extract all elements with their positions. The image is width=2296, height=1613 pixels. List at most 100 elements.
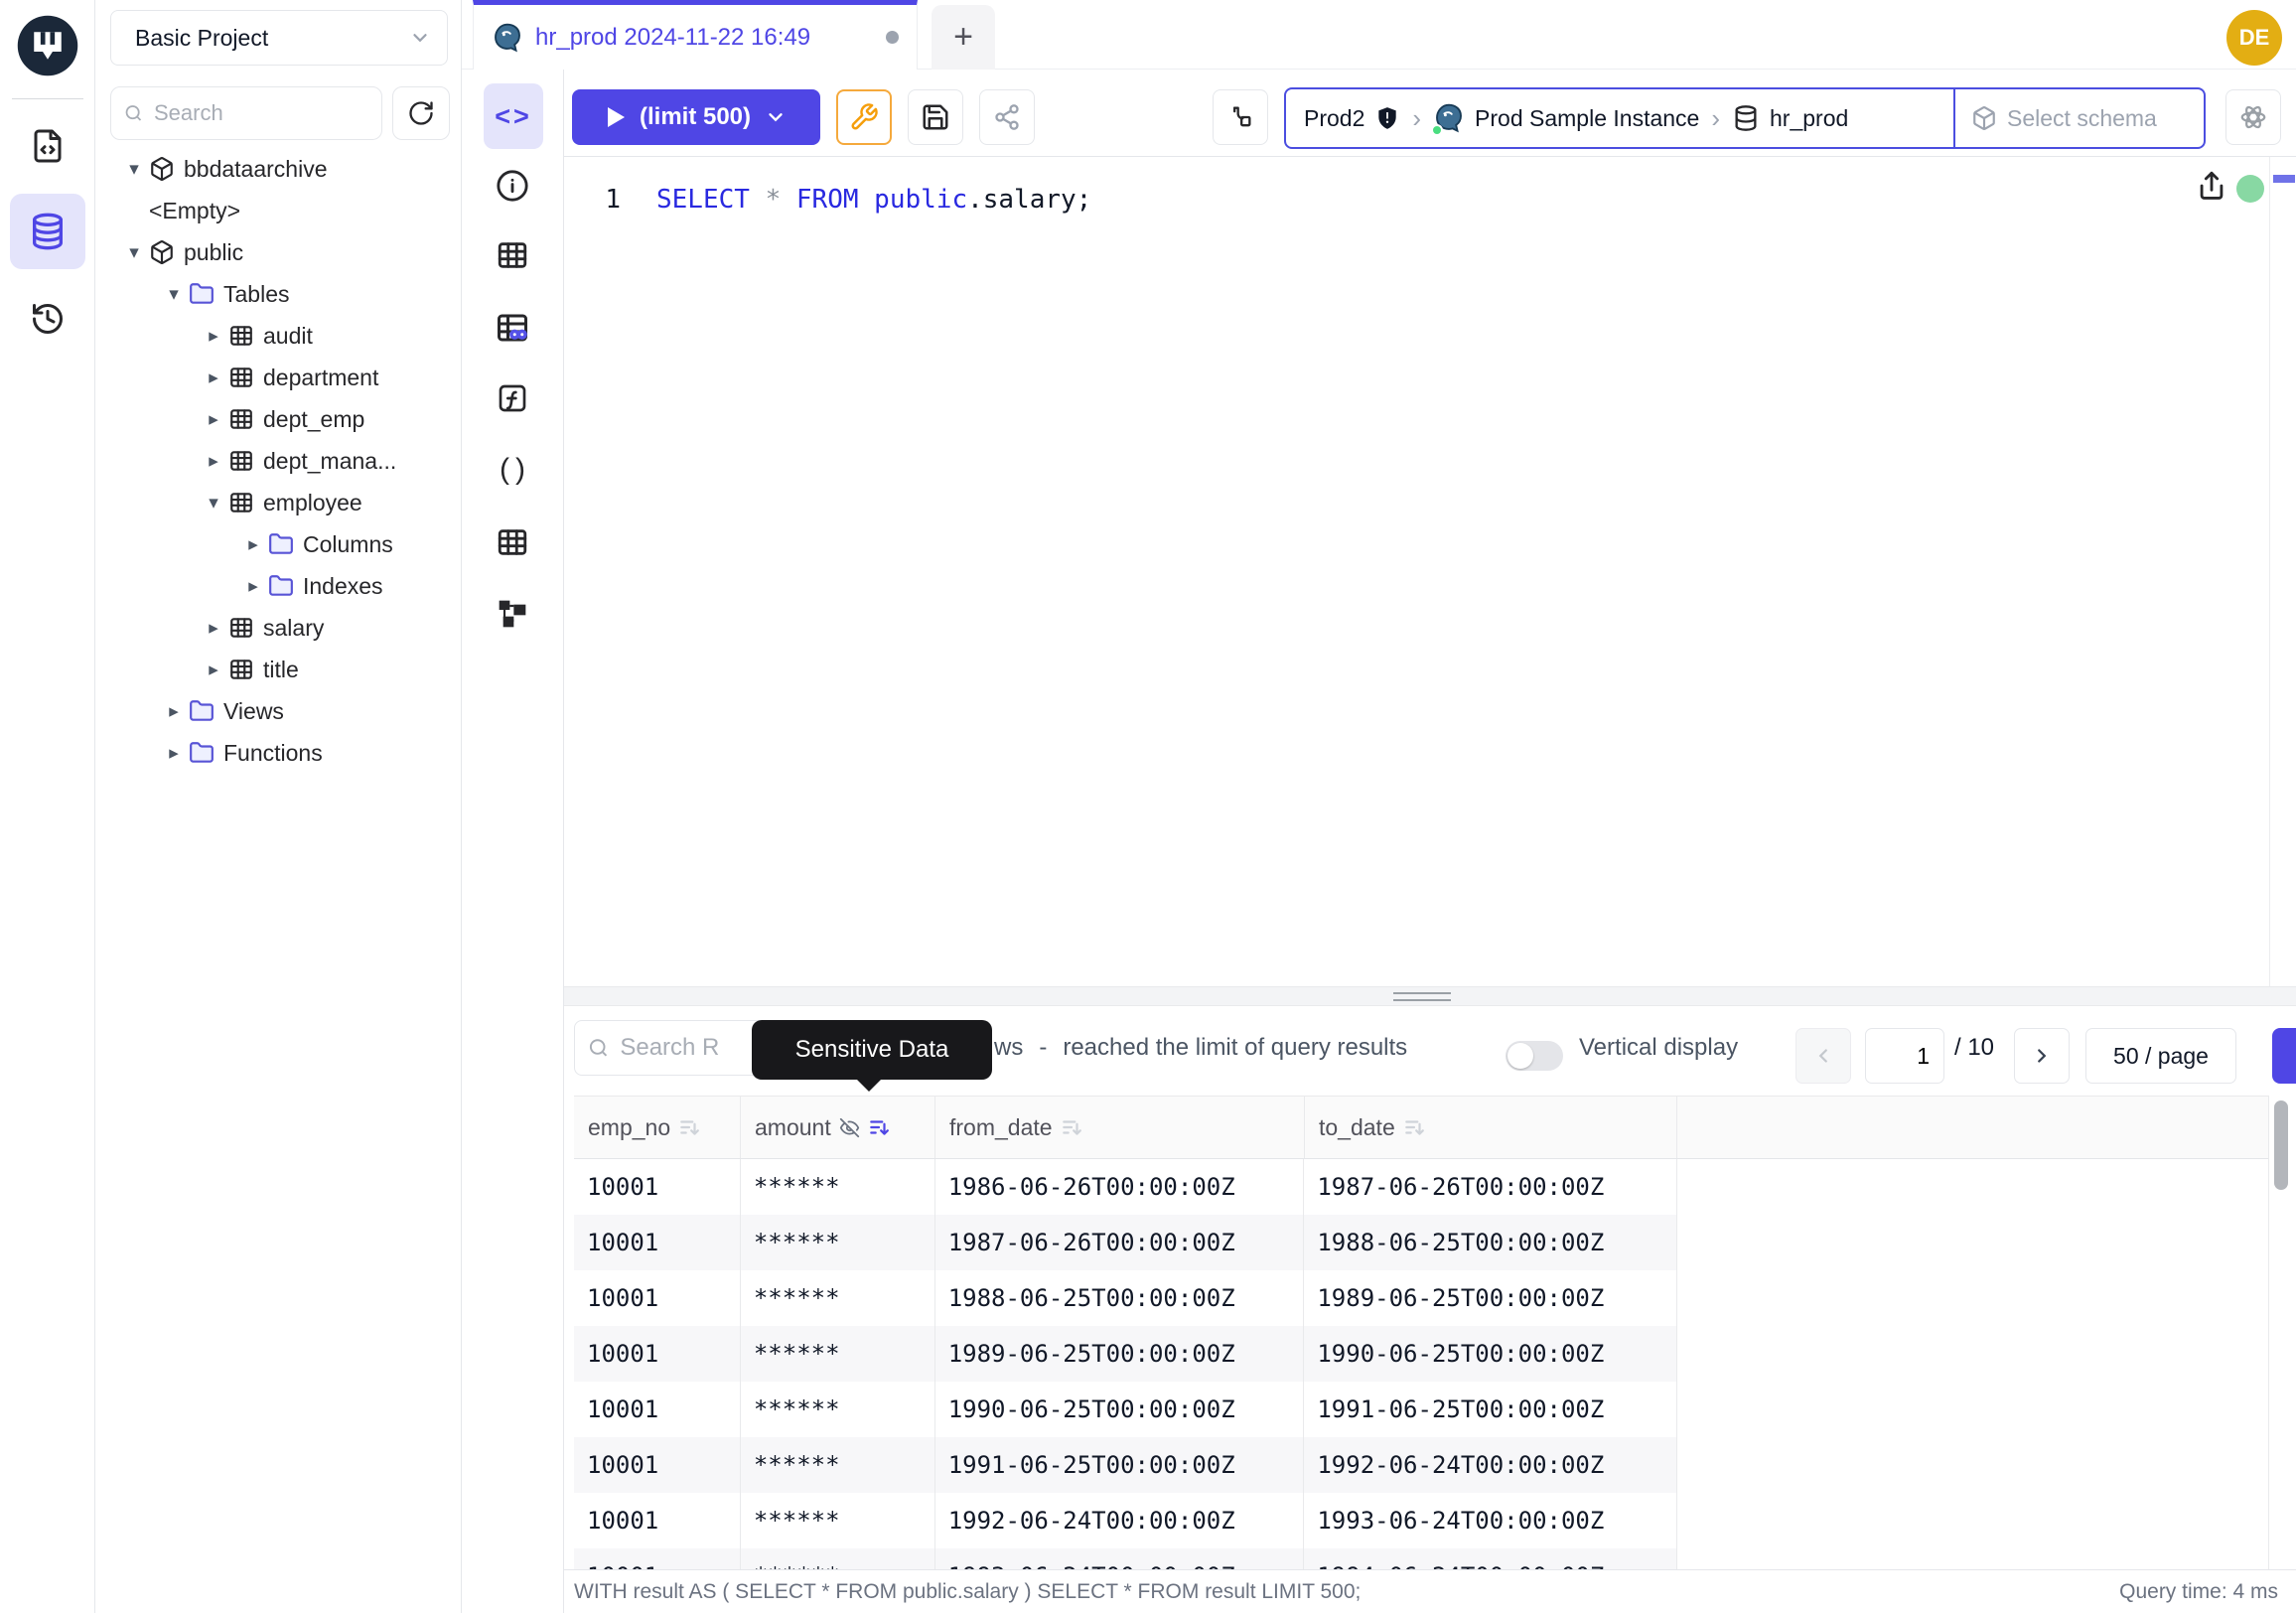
tree-item-audit[interactable]: ▸audit <box>95 315 462 357</box>
rail-item-history[interactable] <box>10 281 85 357</box>
tree-item-bbdataarchive[interactable]: ▾bbdataarchive <box>95 148 462 190</box>
table-cell[interactable]: 1988-06-25T00:00:00Z <box>935 1270 1305 1326</box>
caret-right-icon[interactable]: ▸ <box>238 533 268 556</box>
table-cell[interactable]: ****** <box>741 1382 935 1437</box>
refresh-button[interactable] <box>392 86 450 140</box>
tree-item-public[interactable]: ▾public <box>95 231 462 273</box>
table-cell[interactable]: 1994-06-24T00:00:00Z <box>1304 1548 1676 1569</box>
table-cell[interactable]: 10001 <box>574 1326 741 1382</box>
run-query-button[interactable]: (limit 500) <box>572 89 820 145</box>
caret-right-icon[interactable]: ▸ <box>199 325 228 348</box>
caret-right-icon[interactable]: ▸ <box>238 575 268 598</box>
prev-page-button[interactable] <box>1795 1028 1851 1084</box>
table-cell[interactable]: 10001 <box>574 1548 741 1569</box>
tree-item-views[interactable]: ▸Views <box>95 690 462 732</box>
table-cell[interactable]: 1987-06-26T00:00:00Z <box>1304 1159 1676 1215</box>
caret-down-icon[interactable]: ▾ <box>159 283 189 306</box>
table-cell[interactable]: ****** <box>741 1548 935 1569</box>
save-button[interactable] <box>908 89 963 145</box>
next-page-button[interactable] <box>2014 1028 2070 1084</box>
results-scrollbar[interactable] <box>2274 1100 2288 1190</box>
table-cell[interactable]: 1986-06-26T00:00:00Z <box>935 1159 1305 1215</box>
tree-item--empty-[interactable]: <Empty> <box>95 190 462 231</box>
tree-item-tables[interactable]: ▾Tables <box>95 273 462 315</box>
table-row[interactable]: 10001******1988-06-25T00:00:00Z1989-06-2… <box>574 1270 1677 1326</box>
table-cell[interactable]: 1989-06-25T00:00:00Z <box>935 1326 1305 1382</box>
caret-down-icon[interactable]: ▾ <box>119 158 149 181</box>
project-selector[interactable]: Basic Project <box>110 10 448 66</box>
sql-editor-tab[interactable]: <> <box>484 83 543 149</box>
tree-item-functions[interactable]: ▸Functions <box>95 732 462 774</box>
upload-button[interactable] <box>2195 169 2228 210</box>
tree-item-title[interactable]: ▸title <box>95 649 462 690</box>
table-cell[interactable]: ****** <box>741 1270 935 1326</box>
table-cell[interactable]: 10001 <box>574 1159 741 1215</box>
column-header-from_date[interactable]: from_date <box>935 1097 1305 1158</box>
tree-item-dept-emp[interactable]: ▸dept_emp <box>95 398 462 440</box>
column-header-to_date[interactable]: to_date <box>1305 1097 1677 1158</box>
strip-item-functions[interactable] <box>493 378 532 418</box>
page-size-select[interactable]: 50 / page <box>2085 1028 2236 1084</box>
table-row[interactable]: 10001******1987-06-26T00:00:00Z1988-06-2… <box>574 1215 1677 1270</box>
ai-assistant-button[interactable] <box>2225 89 2281 145</box>
table-cell[interactable]: ****** <box>741 1326 935 1382</box>
table-row[interactable]: 10001******1986-06-26T00:00:00Z1987-06-2… <box>574 1159 1677 1215</box>
caret-right-icon[interactable]: ▸ <box>159 700 189 723</box>
tree-item-employee[interactable]: ▾employee <box>95 482 462 523</box>
table-row[interactable]: 10001******1993-06-24T00:00:00Z1994-06-2… <box>574 1548 1677 1569</box>
tree-item-salary[interactable]: ▸salary <box>95 607 462 649</box>
table-cell[interactable]: 1990-06-25T00:00:00Z <box>1304 1326 1676 1382</box>
table-cell[interactable]: 1991-06-25T00:00:00Z <box>935 1437 1305 1493</box>
sql-code-editor[interactable]: 1 SELECT * FROM public.salary; <box>564 157 2296 986</box>
breadcrumb-context[interactable]: Prod2 › Prod Sample Instance › <box>1286 89 1953 147</box>
tree-item-dept-mana-[interactable]: ▸dept_mana... <box>95 440 462 482</box>
caret-right-icon[interactable]: ▸ <box>199 450 228 473</box>
table-cell[interactable]: ****** <box>741 1215 935 1270</box>
page-number-input[interactable] <box>1865 1028 1944 1084</box>
table-cell[interactable]: ****** <box>741 1159 935 1215</box>
connection-breadcrumb[interactable]: Prod2 › Prod Sample Instance › <box>1284 87 2206 149</box>
table-cell[interactable]: 10001 <box>574 1382 741 1437</box>
caret-right-icon[interactable]: ▸ <box>199 617 228 640</box>
table-cell[interactable]: 10001 <box>574 1215 741 1270</box>
table-row[interactable]: 10001******1990-06-25T00:00:00Z1991-06-2… <box>574 1382 1677 1437</box>
table-cell[interactable]: 1992-06-24T00:00:00Z <box>1304 1437 1676 1493</box>
editor-overview-ruler[interactable] <box>2269 157 2296 986</box>
table-cell[interactable]: ****** <box>741 1437 935 1493</box>
strip-item-schema-diagram[interactable] <box>493 594 532 634</box>
tree-item-columns[interactable]: ▸Columns <box>95 523 462 565</box>
caret-right-icon[interactable]: ▸ <box>199 408 228 431</box>
table-cell[interactable]: 10001 <box>574 1270 741 1326</box>
caret-down-icon[interactable]: ▾ <box>119 241 149 264</box>
table-cell[interactable]: 1991-06-25T00:00:00Z <box>1304 1382 1676 1437</box>
tab-worksheet[interactable]: hr_prod 2024-11-22 16:49 <box>473 0 918 70</box>
tree-item-department[interactable]: ▸department <box>95 357 462 398</box>
column-header-emp_no[interactable]: emp_no <box>574 1097 741 1158</box>
caret-right-icon[interactable]: ▸ <box>199 659 228 681</box>
strip-item-views[interactable] <box>493 522 532 562</box>
format-sql-button[interactable] <box>836 89 892 145</box>
table-cell[interactable]: 10001 <box>574 1437 741 1493</box>
connection-button[interactable] <box>1213 89 1268 145</box>
avatar[interactable]: DE <box>2226 10 2282 66</box>
strip-item-procedures[interactable]: ( ) <box>493 450 532 490</box>
export-button[interactable] <box>2272 1028 2296 1084</box>
panel-divider[interactable] <box>564 986 2296 1006</box>
table-cell[interactable]: 1990-06-25T00:00:00Z <box>935 1382 1305 1437</box>
table-cell[interactable]: 10001 <box>574 1493 741 1548</box>
caret-right-icon[interactable]: ▸ <box>159 742 189 765</box>
sidebar-search[interactable] <box>110 86 382 140</box>
caret-down-icon[interactable]: ▾ <box>199 492 228 514</box>
column-header-amount[interactable]: amount <box>741 1097 935 1158</box>
caret-right-icon[interactable]: ▸ <box>199 367 228 389</box>
table-row[interactable]: 10001******1989-06-25T00:00:00Z1990-06-2… <box>574 1326 1677 1382</box>
vertical-display-toggle[interactable] <box>1506 1041 1563 1071</box>
table-cell[interactable]: 1989-06-25T00:00:00Z <box>1304 1270 1676 1326</box>
app-logo[interactable] <box>10 8 85 83</box>
table-row[interactable]: 10001******1992-06-24T00:00:00Z1993-06-2… <box>574 1493 1677 1548</box>
table-cell[interactable]: 1993-06-24T00:00:00Z <box>935 1548 1305 1569</box>
tree-item-indexes[interactable]: ▸Indexes <box>95 565 462 607</box>
strip-item-external-tables[interactable] <box>493 308 532 348</box>
table-row[interactable]: 10001******1991-06-25T00:00:00Z1992-06-2… <box>574 1437 1677 1493</box>
table-cell[interactable]: 1987-06-26T00:00:00Z <box>935 1215 1305 1270</box>
